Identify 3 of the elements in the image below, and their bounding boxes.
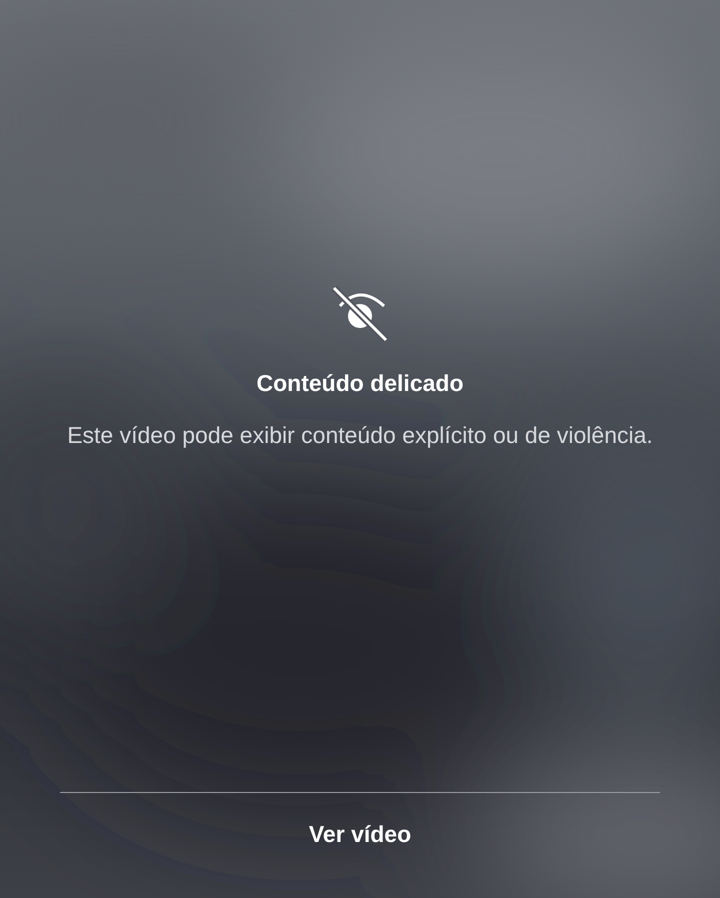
warning-message: Este vídeo pode exibir conteúdo explícito ou de violência. [66, 421, 654, 450]
warning-title: Conteúdo delicado [256, 370, 464, 397]
view-video-button[interactable]: Ver vídeo [296, 815, 424, 854]
